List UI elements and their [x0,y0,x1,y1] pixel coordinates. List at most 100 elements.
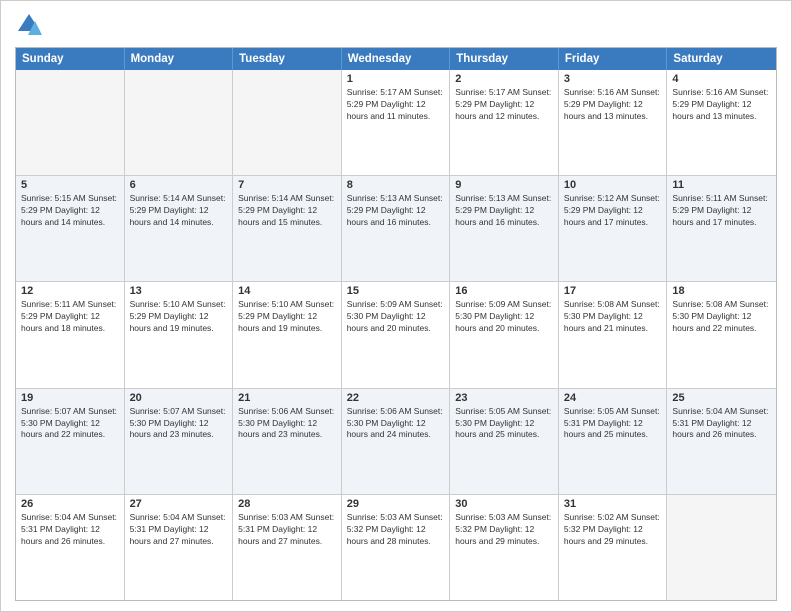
cell-info: Sunrise: 5:14 AM Sunset: 5:29 PM Dayligh… [238,193,336,229]
cell-info: Sunrise: 5:15 AM Sunset: 5:29 PM Dayligh… [21,193,119,229]
calendar-header-row: SundayMondayTuesdayWednesdayThursdayFrid… [16,48,776,70]
day-number: 30 [455,498,553,510]
calendar: SundayMondayTuesdayWednesdayThursdayFrid… [15,47,777,601]
day-cell-18: 18Sunrise: 5:08 AM Sunset: 5:30 PM Dayli… [667,282,776,387]
day-cell-1: 1 Sunrise: 5:17 AM Sunset: 5:29 PM Daylig… [342,70,451,175]
day-cell-28: 28 Sunrise: 5:03 AM Sunset: 5:31 PM Dayli… [233,495,342,600]
calendar-row-1: 1 Sunrise: 5:17 AM Sunset: 5:29 PM Daylig… [16,70,776,176]
cell-info: Sunrise: 5:17 AM Sunset: 5:29 PM Dayligh… [455,87,553,123]
day-cell-9: 9Sunrise: 5:13 AM Sunset: 5:29 PM Daylig… [450,176,559,281]
cell-info: Sunrise: 5:06 AM Sunset: 5:30 PM Dayligh… [238,406,336,442]
day-cell-5: 5 Sunrise: 5:15 AM Sunset: 5:29 PM Daylig… [16,176,125,281]
empty-cell [233,70,342,175]
empty-cell [16,70,125,175]
day-cell-21: 21 Sunrise: 5:06 AM Sunset: 5:30 PM Dayli… [233,389,342,494]
empty-cell [667,495,776,600]
cell-info: Sunrise: 5:04 AM Sunset: 5:31 PM Dayligh… [21,512,119,548]
cell-info: Sunrise: 5:16 AM Sunset: 5:29 PM Dayligh… [672,87,771,123]
logo [15,11,47,39]
day-cell-31: 31Sunrise: 5:02 AM Sunset: 5:32 PM Dayli… [559,495,668,600]
day-number: 3 [564,73,662,85]
day-number: 9 [455,179,553,191]
day-number: 14 [238,285,336,297]
day-number: 28 [238,498,336,510]
day-number: 25 [672,392,771,404]
day-number: 27 [130,498,228,510]
day-cell-3: 3 Sunrise: 5:16 AM Sunset: 5:29 PM Daylig… [559,70,668,175]
day-header-saturday: Saturday [667,48,776,70]
cell-info: Sunrise: 5:09 AM Sunset: 5:30 PM Dayligh… [455,299,553,335]
day-cell-19: 19Sunrise: 5:07 AM Sunset: 5:30 PM Dayli… [16,389,125,494]
day-cell-2: 2 Sunrise: 5:17 AM Sunset: 5:29 PM Daylig… [450,70,559,175]
day-cell-20: 20Sunrise: 5:07 AM Sunset: 5:30 PM Dayli… [125,389,234,494]
cell-info: Sunrise: 5:02 AM Sunset: 5:32 PM Dayligh… [564,512,662,548]
day-cell-16: 16Sunrise: 5:09 AM Sunset: 5:30 PM Dayli… [450,282,559,387]
day-cell-26: 26 Sunrise: 5:04 AM Sunset: 5:31 PM Dayli… [16,495,125,600]
day-cell-15: 15 Sunrise: 5:09 AM Sunset: 5:30 PM Dayli… [342,282,451,387]
day-number: 1 [347,73,445,85]
page: SundayMondayTuesdayWednesdayThursdayFrid… [0,0,792,612]
cell-info: Sunrise: 5:07 AM Sunset: 5:30 PM Dayligh… [130,406,228,442]
day-number: 17 [564,285,662,297]
logo-icon [15,11,43,39]
calendar-row-4: 19 Sunrise: 5:07 AM Sunset: 5:30 PM Dayli… [16,389,776,495]
header [15,11,777,39]
cell-info: Sunrise: 5:03 AM Sunset: 5:31 PM Dayligh… [238,512,336,548]
day-number: 13 [130,285,228,297]
day-cell-10: 10 Sunrise: 5:12 AM Sunset: 5:29 PM Dayli… [559,176,668,281]
cell-info: Sunrise: 5:03 AM Sunset: 5:32 PM Dayligh… [455,512,553,548]
cell-info: Sunrise: 5:04 AM Sunset: 5:31 PM Dayligh… [130,512,228,548]
cell-info: Sunrise: 5:16 AM Sunset: 5:29 PM Dayligh… [564,87,662,123]
day-cell-30: 30 Sunrise: 5:03 AM Sunset: 5:32 PM Dayli… [450,495,559,600]
day-header-monday: Monday [125,48,234,70]
cell-info: Sunrise: 5:10 AM Sunset: 5:29 PM Dayligh… [130,299,228,335]
day-cell-6: 6 Sunrise: 5:14 AM Sunset: 5:29 PM Daylig… [125,176,234,281]
cell-info: Sunrise: 5:14 AM Sunset: 5:29 PM Dayligh… [130,193,228,229]
cell-info: Sunrise: 5:03 AM Sunset: 5:32 PM Dayligh… [347,512,445,548]
day-cell-11: 11Sunrise: 5:11 AM Sunset: 5:29 PM Dayli… [667,176,776,281]
day-cell-8: 8 Sunrise: 5:13 AM Sunset: 5:29 PM Daylig… [342,176,451,281]
day-number: 8 [347,179,445,191]
day-number: 29 [347,498,445,510]
calendar-row-2: 5 Sunrise: 5:15 AM Sunset: 5:29 PM Daylig… [16,176,776,282]
day-header-friday: Friday [559,48,668,70]
cell-info: Sunrise: 5:17 AM Sunset: 5:29 PM Dayligh… [347,87,445,123]
day-cell-17: 17Sunrise: 5:08 AM Sunset: 5:30 PM Dayli… [559,282,668,387]
day-cell-4: 4 Sunrise: 5:16 AM Sunset: 5:29 PM Daylig… [667,70,776,175]
day-number: 7 [238,179,336,191]
day-number: 22 [347,392,445,404]
day-number: 4 [672,73,771,85]
day-number: 21 [238,392,336,404]
day-number: 6 [130,179,228,191]
day-number: 10 [564,179,662,191]
day-cell-13: 13 Sunrise: 5:10 AM Sunset: 5:29 PM Dayli… [125,282,234,387]
cell-info: Sunrise: 5:05 AM Sunset: 5:30 PM Dayligh… [455,406,553,442]
day-number: 19 [21,392,119,404]
day-cell-12: 12Sunrise: 5:11 AM Sunset: 5:29 PM Dayli… [16,282,125,387]
cell-info: Sunrise: 5:05 AM Sunset: 5:31 PM Dayligh… [564,406,662,442]
day-header-wednesday: Wednesday [342,48,451,70]
day-number: 26 [21,498,119,510]
calendar-row-3: 12Sunrise: 5:11 AM Sunset: 5:29 PM Dayli… [16,282,776,388]
day-header-thursday: Thursday [450,48,559,70]
cell-info: Sunrise: 5:04 AM Sunset: 5:31 PM Dayligh… [672,406,771,442]
cell-info: Sunrise: 5:09 AM Sunset: 5:30 PM Dayligh… [347,299,445,335]
day-cell-27: 27 Sunrise: 5:04 AM Sunset: 5:31 PM Dayli… [125,495,234,600]
cell-info: Sunrise: 5:11 AM Sunset: 5:29 PM Dayligh… [21,299,119,335]
day-cell-7: 7 Sunrise: 5:14 AM Sunset: 5:29 PM Daylig… [233,176,342,281]
day-cell-23: 23 Sunrise: 5:05 AM Sunset: 5:30 PM Dayli… [450,389,559,494]
calendar-row-5: 26 Sunrise: 5:04 AM Sunset: 5:31 PM Dayli… [16,495,776,600]
cell-info: Sunrise: 5:12 AM Sunset: 5:29 PM Dayligh… [564,193,662,229]
cell-info: Sunrise: 5:11 AM Sunset: 5:29 PM Dayligh… [672,193,771,229]
day-number: 15 [347,285,445,297]
cell-info: Sunrise: 5:08 AM Sunset: 5:30 PM Dayligh… [672,299,771,335]
day-cell-22: 22Sunrise: 5:06 AM Sunset: 5:30 PM Dayli… [342,389,451,494]
calendar-body: 1 Sunrise: 5:17 AM Sunset: 5:29 PM Daylig… [16,70,776,600]
cell-info: Sunrise: 5:13 AM Sunset: 5:29 PM Dayligh… [347,193,445,229]
day-number: 2 [455,73,553,85]
day-cell-14: 14 Sunrise: 5:10 AM Sunset: 5:29 PM Dayli… [233,282,342,387]
cell-info: Sunrise: 5:10 AM Sunset: 5:29 PM Dayligh… [238,299,336,335]
day-number: 23 [455,392,553,404]
day-number: 5 [21,179,119,191]
day-cell-25: 25 Sunrise: 5:04 AM Sunset: 5:31 PM Dayli… [667,389,776,494]
